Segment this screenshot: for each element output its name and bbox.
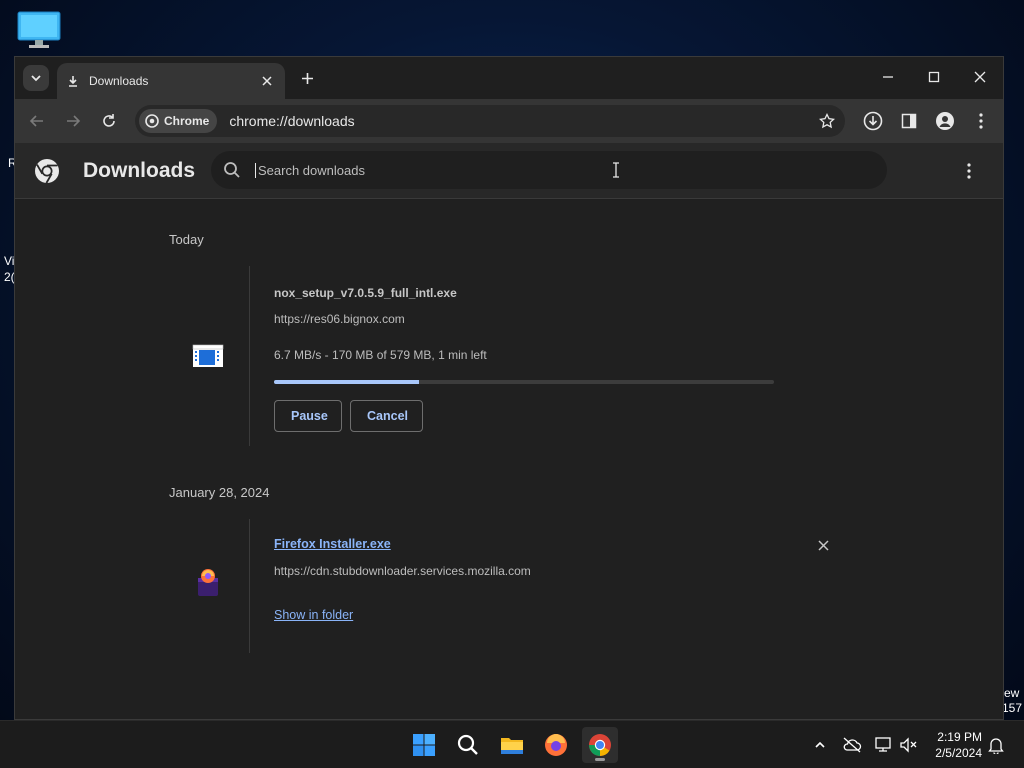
firefox-installer-link[interactable]: Firefox Installer.exe xyxy=(274,537,391,551)
avatar-icon xyxy=(936,112,954,130)
folder-icon xyxy=(501,738,523,754)
side-panel-button[interactable] xyxy=(897,109,921,133)
item-divider xyxy=(249,519,250,653)
firefox-icon xyxy=(545,734,567,756)
chrome-window: Downloads Chrome chrome://downloads Down… xyxy=(14,56,1004,720)
maximize-button[interactable] xyxy=(911,57,957,97)
star-icon xyxy=(819,113,835,129)
reload-button[interactable] xyxy=(97,109,121,133)
source-url: https://cdn.stubdownloader.services.mozi… xyxy=(274,564,531,578)
desktop-label-fragment: 157 xyxy=(1002,701,1023,715)
chrome-button[interactable] xyxy=(582,727,618,763)
windows-logo-icon xyxy=(413,734,435,756)
downloads-menu-button[interactable] xyxy=(961,159,977,183)
network-icon xyxy=(875,737,891,752)
kebab-menu-icon xyxy=(967,163,971,179)
back-button[interactable] xyxy=(25,109,49,133)
show-in-folder-link[interactable]: Show in folder xyxy=(274,608,353,622)
reload-icon xyxy=(103,114,115,127)
clock-date: 2/5/2024 xyxy=(935,746,982,760)
volume-muted-icon xyxy=(900,737,917,753)
date-heading: Today xyxy=(169,232,204,247)
tab-strip: Downloads xyxy=(15,57,1003,99)
source-url: https://res06.bignox.com xyxy=(274,312,405,326)
chrome-logo-icon xyxy=(145,114,159,128)
minimize-button[interactable] xyxy=(865,57,911,97)
chrome-site-chip[interactable]: Chrome xyxy=(139,109,218,133)
chevron-down-icon xyxy=(31,75,41,82)
new-tab-button[interactable] xyxy=(297,68,317,88)
active-indicator xyxy=(595,758,605,761)
close-tab-button[interactable] xyxy=(259,73,275,89)
clock-time: 2:19 PM xyxy=(937,730,982,744)
tab-downloads[interactable]: Downloads xyxy=(57,63,285,99)
cancel-button[interactable]: Cancel xyxy=(350,400,423,432)
firefox-installer-icon xyxy=(198,569,218,596)
arrow-right-icon xyxy=(67,115,81,127)
profile-button[interactable] xyxy=(933,109,957,133)
tab-search-button[interactable] xyxy=(23,65,49,91)
downloads-button[interactable] xyxy=(861,109,885,133)
this-pc-desktop-icon[interactable] xyxy=(16,10,62,50)
date-heading: January 28, 2024 xyxy=(169,485,270,500)
remove-item-button[interactable] xyxy=(815,537,831,553)
close-icon xyxy=(817,539,829,551)
downloads-header: Downloads xyxy=(15,143,1003,199)
close-icon xyxy=(974,71,986,83)
search-box[interactable] xyxy=(211,151,887,189)
close-window-button[interactable] xyxy=(957,57,1003,97)
bell-icon xyxy=(988,738,1004,754)
chevron-up-icon xyxy=(815,741,825,748)
show-hidden-icons-button[interactable] xyxy=(810,735,830,755)
pause-button[interactable]: Pause xyxy=(274,400,342,432)
onedrive-tray-button[interactable] xyxy=(842,735,862,755)
address-bar[interactable]: Chrome chrome://downloads xyxy=(135,105,845,137)
download-status: 6.7 MB/s - 170 MB of 579 MB, 1 min left xyxy=(274,348,487,362)
side-panel-icon xyxy=(901,113,917,129)
download-circle-icon xyxy=(863,111,883,131)
text-cursor-icon xyxy=(613,162,619,178)
forward-button[interactable] xyxy=(61,109,85,133)
item-divider xyxy=(249,266,250,446)
exe-file-icon xyxy=(192,344,224,367)
progress-bar xyxy=(274,380,774,384)
start-button[interactable] xyxy=(406,727,442,763)
minimize-icon xyxy=(883,76,893,78)
file-explorer-button[interactable] xyxy=(494,727,530,763)
maximize-icon xyxy=(928,71,940,83)
file-name: nox_setup_v7.0.5.9_full_intl.exe xyxy=(274,286,457,300)
search-downloads-input[interactable] xyxy=(255,162,815,178)
progress-bar-fill xyxy=(274,380,419,384)
close-icon xyxy=(262,76,272,86)
chrome-logo-icon xyxy=(35,159,59,184)
taskbar-clock[interactable]: 2:19 PM 2/5/2024 xyxy=(922,729,982,761)
arrow-left-icon xyxy=(29,115,43,127)
cloud-off-icon xyxy=(843,737,862,753)
search-icon xyxy=(224,162,240,178)
notifications-button[interactable] xyxy=(986,735,1006,755)
network-tray-button[interactable] xyxy=(874,735,894,755)
download-icon xyxy=(69,76,77,87)
bookmark-button[interactable] xyxy=(815,109,839,133)
url-text: chrome://downloads xyxy=(229,113,355,129)
search-icon xyxy=(457,734,478,755)
search-button[interactable] xyxy=(450,727,486,763)
downloads-list: Today nox_setup_v7.0.5.9_full_intl.exe h… xyxy=(15,200,1003,719)
taskbar: 2:19 PM 2/5/2024 xyxy=(0,720,1024,768)
kebab-menu-icon xyxy=(979,113,983,129)
browser-toolbar: Chrome chrome://downloads xyxy=(15,99,1003,143)
desktop-label-fragment: ew xyxy=(1004,686,1020,700)
firefox-button[interactable] xyxy=(538,727,574,763)
browser-menu-button[interactable] xyxy=(969,109,993,133)
chip-label: Chrome xyxy=(164,114,210,128)
chrome-icon xyxy=(589,734,611,756)
plus-icon xyxy=(301,72,313,84)
page-title: Downloads xyxy=(83,159,196,182)
tab-title: Downloads xyxy=(89,74,149,88)
volume-tray-button[interactable] xyxy=(898,735,918,755)
desktop-label-fragment: Vi xyxy=(4,254,15,268)
